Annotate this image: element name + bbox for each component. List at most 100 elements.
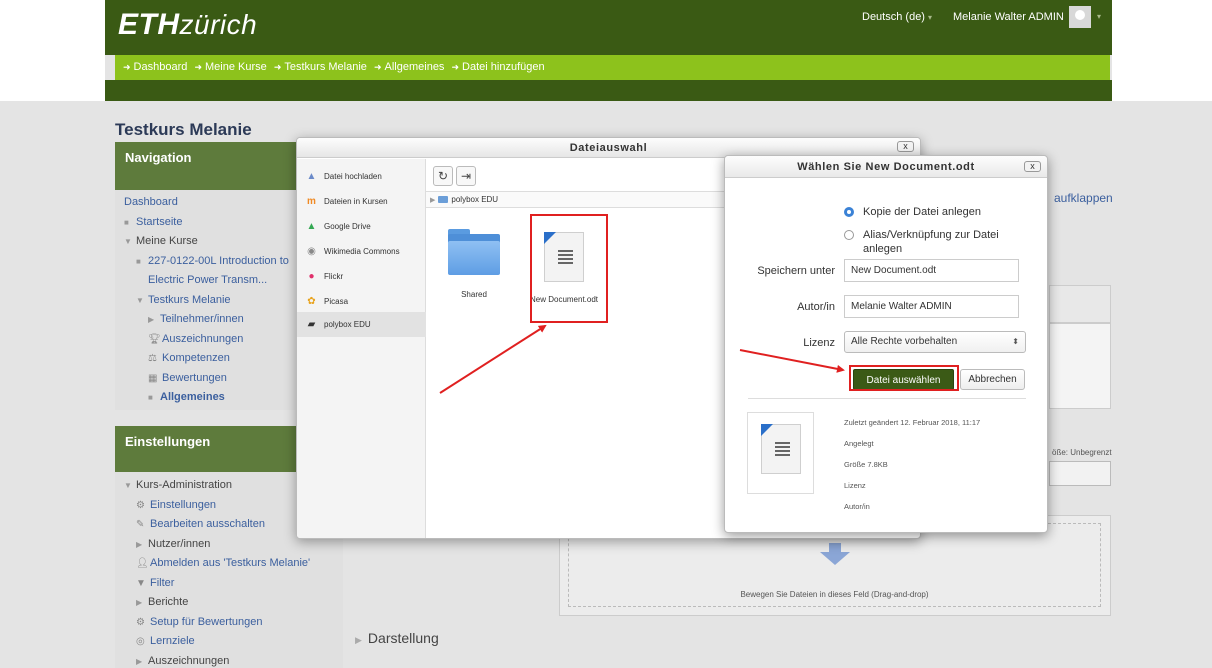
- collapsed-icon: ▶: [136, 656, 143, 666]
- file-label: Shared: [461, 290, 487, 299]
- user-menu[interactable]: Melanie Walter ADMIN: [953, 11, 1064, 23]
- settings-item-einstellungen[interactable]: ⚙︎ Einstellungen: [124, 496, 310, 516]
- arrow-right-icon: ➜: [451, 62, 460, 72]
- nav-item-dashboard[interactable]: Dashboard: [124, 193, 289, 213]
- gear-icon: ⚙︎: [136, 616, 145, 628]
- wikimedia-icon: ◉: [307, 246, 316, 257]
- folder-icon: [448, 229, 500, 277]
- expanded-icon: ▼: [124, 481, 132, 490]
- license-select[interactable]: Alle Rechte vorbehalten ⬍: [844, 331, 1026, 353]
- breadcrumb-item[interactable]: Dashboard: [134, 61, 188, 73]
- trophy-icon: 🏆︎: [148, 333, 161, 345]
- repo-picasa[interactable]: ✿ Picasa: [297, 289, 426, 314]
- expand-all-link[interactable]: aufklappen: [1054, 191, 1113, 205]
- upload-icon: ▲: [306, 171, 317, 182]
- radio-copy[interactable]: [844, 207, 854, 217]
- file-thumbnail: [747, 412, 814, 494]
- meta-created: Angelegt: [844, 439, 874, 448]
- settings-item-lernziele[interactable]: ◎ Lernziele: [124, 632, 310, 652]
- settings-item-berichte[interactable]: ▶ Berichte: [124, 593, 310, 613]
- target-icon: ◎: [136, 636, 145, 647]
- chevron-down-icon: ▾: [927, 13, 932, 22]
- chevron-down-icon[interactable]: ▾: [1097, 12, 1101, 21]
- meta-license: Lizenz: [844, 481, 866, 490]
- settings-item-nutzer[interactable]: ▶ Nutzer/innen: [124, 535, 310, 555]
- nav-item-bewertungen[interactable]: ▦ Bewertungen: [124, 369, 289, 389]
- navigation-list: Dashboard ■ Startseite ▼ Meine Kurse ■ 227-…: [124, 193, 289, 408]
- settings-item-abmelden[interactable]: 👤︎Abmelden aus 'Testkurs Melanie': [124, 554, 310, 574]
- dropzone-hint: Bewegen Sie Dateien in dieses Feld (Drag…: [740, 590, 929, 599]
- cancel-button[interactable]: Abbrechen: [960, 369, 1025, 390]
- select-file-dialog: Wählen Sie New Document.odt x Kopie der …: [724, 155, 1048, 533]
- settings-list: ▼ Kurs-Administration ⚙︎ Einstellungen ✎ Be…: [124, 476, 310, 668]
- author-label: Autor/in: [797, 301, 835, 313]
- logout-icon[interactable]: ⇥: [456, 166, 476, 186]
- view-toggle-buttons[interactable]: [1049, 461, 1111, 486]
- repo-wikimedia[interactable]: ◉ Wikimedia Commons: [297, 239, 426, 264]
- nav-item-allgemeines[interactable]: ■ Allgemeines: [124, 388, 289, 408]
- section-darstellung[interactable]: ▶ Darstellung: [355, 630, 439, 646]
- breadcrumb-item[interactable]: Allgemeines: [385, 61, 445, 73]
- meta-modified: Zuletzt geändert 12. Februar 2018, 11:17: [844, 418, 981, 427]
- repo-polybox[interactable]: ▰ polybox EDU: [297, 312, 426, 337]
- settings-item-auszeichnungen[interactable]: ▶ Auszeichnungen: [124, 652, 310, 668]
- close-icon[interactable]: x: [1024, 161, 1041, 172]
- avatar[interactable]: [1069, 6, 1091, 28]
- nav-item-auszeichnungen[interactable]: 🏆︎Auszeichnungen: [124, 330, 289, 350]
- editor-toolbar-area: [1049, 285, 1111, 323]
- settings-item-filter[interactable]: ▼ Filter: [124, 574, 310, 594]
- eth-logo[interactable]: ETHzürich: [118, 8, 257, 42]
- repo-course-files[interactable]: m Dateien in Kursen: [297, 189, 426, 214]
- bullet-icon: ■: [148, 393, 153, 402]
- editor-textarea[interactable]: [1049, 323, 1111, 409]
- repo-google-drive[interactable]: ▲ Google Drive: [297, 214, 426, 239]
- upload-arrow-icon: [820, 543, 850, 565]
- header-bottom-band: [105, 80, 1112, 101]
- save-as-label: Speichern unter: [757, 265, 835, 277]
- language-menu[interactable]: Deutsch (de) ▾: [862, 11, 932, 23]
- select-arrows-icon: ⬍: [1012, 337, 1019, 346]
- collapsed-icon: ▶: [136, 598, 143, 607]
- collapsed-icon: ▶: [355, 635, 362, 645]
- nav-item-kompetenzen[interactable]: ⚖︎ Kompetenzen: [124, 349, 289, 369]
- repository-list: ▲ Datei hochladen m Dateien in Kursen ▲ Goo…: [297, 159, 426, 538]
- nav-item-teilnehmer[interactable]: ▶ Teilnehmer/innen: [124, 310, 289, 330]
- close-icon[interactable]: x: [897, 141, 914, 152]
- settings-item-bearbeiten[interactable]: ✎ Bearbeiten ausschalten: [124, 515, 310, 535]
- collapsed-icon: ▶: [148, 315, 155, 324]
- settings-item-setup-bewertungen[interactable]: ⚙︎ Setup für Bewertungen: [124, 613, 310, 633]
- expanded-icon: ▼: [136, 295, 144, 305]
- breadcrumb-item[interactable]: Testkurs Melanie: [284, 61, 367, 73]
- nav-item-testkurs[interactable]: ▼ Testkurs Melanie: [124, 291, 289, 311]
- expanded-icon: ▼: [124, 237, 132, 246]
- save-as-input[interactable]: New Document.odt: [844, 259, 1019, 282]
- arrow-right-icon: ➜: [273, 62, 282, 72]
- nav-item-course-227-cont[interactable]: Electric Power Transm...: [124, 271, 289, 291]
- radio-copy-label[interactable]: Kopie der Datei anlegen: [863, 205, 981, 219]
- scale-icon: ⚖︎: [148, 353, 157, 364]
- nav-item-meine-kurse[interactable]: ▼ Meine Kurse: [124, 232, 289, 252]
- repo-upload[interactable]: ▲ Datei hochladen: [297, 164, 426, 189]
- radio-alias[interactable]: [844, 230, 854, 240]
- path-item[interactable]: polybox EDU: [451, 195, 498, 204]
- page-margin-right: [1112, 0, 1212, 101]
- document-icon: [760, 424, 801, 474]
- user-icon: 👤︎: [136, 558, 149, 569]
- gear-icon: ⚙︎: [136, 499, 145, 511]
- nav-item-startseite[interactable]: ■ Startseite: [124, 213, 289, 233]
- divider: [748, 398, 1026, 399]
- breadcrumb-item[interactable]: Meine Kurse: [205, 61, 267, 73]
- breadcrumb-item[interactable]: Datei hinzufügen: [462, 61, 545, 73]
- nav-item-course-227[interactable]: ■ 227-0122-00L Introduction to: [124, 252, 289, 272]
- settings-item-kurs-admin[interactable]: ▼ Kurs-Administration: [124, 476, 310, 496]
- file-item-shared[interactable]: Shared: [429, 224, 519, 299]
- google-drive-icon: ▲: [306, 221, 317, 232]
- author-input[interactable]: Melanie Walter ADMIN: [844, 295, 1019, 318]
- radio-alias-label[interactable]: Alias/Verknüpfung zur Datei anlegen: [863, 228, 999, 256]
- refresh-icon[interactable]: ↻: [433, 166, 453, 186]
- moodle-icon: m: [307, 196, 316, 207]
- max-size-label: öße: Unbegrenzt: [1052, 448, 1112, 457]
- bullet-icon: ■: [124, 217, 129, 227]
- repo-flickr[interactable]: ● Flickr: [297, 264, 426, 289]
- license-label: Lizenz: [803, 337, 835, 349]
